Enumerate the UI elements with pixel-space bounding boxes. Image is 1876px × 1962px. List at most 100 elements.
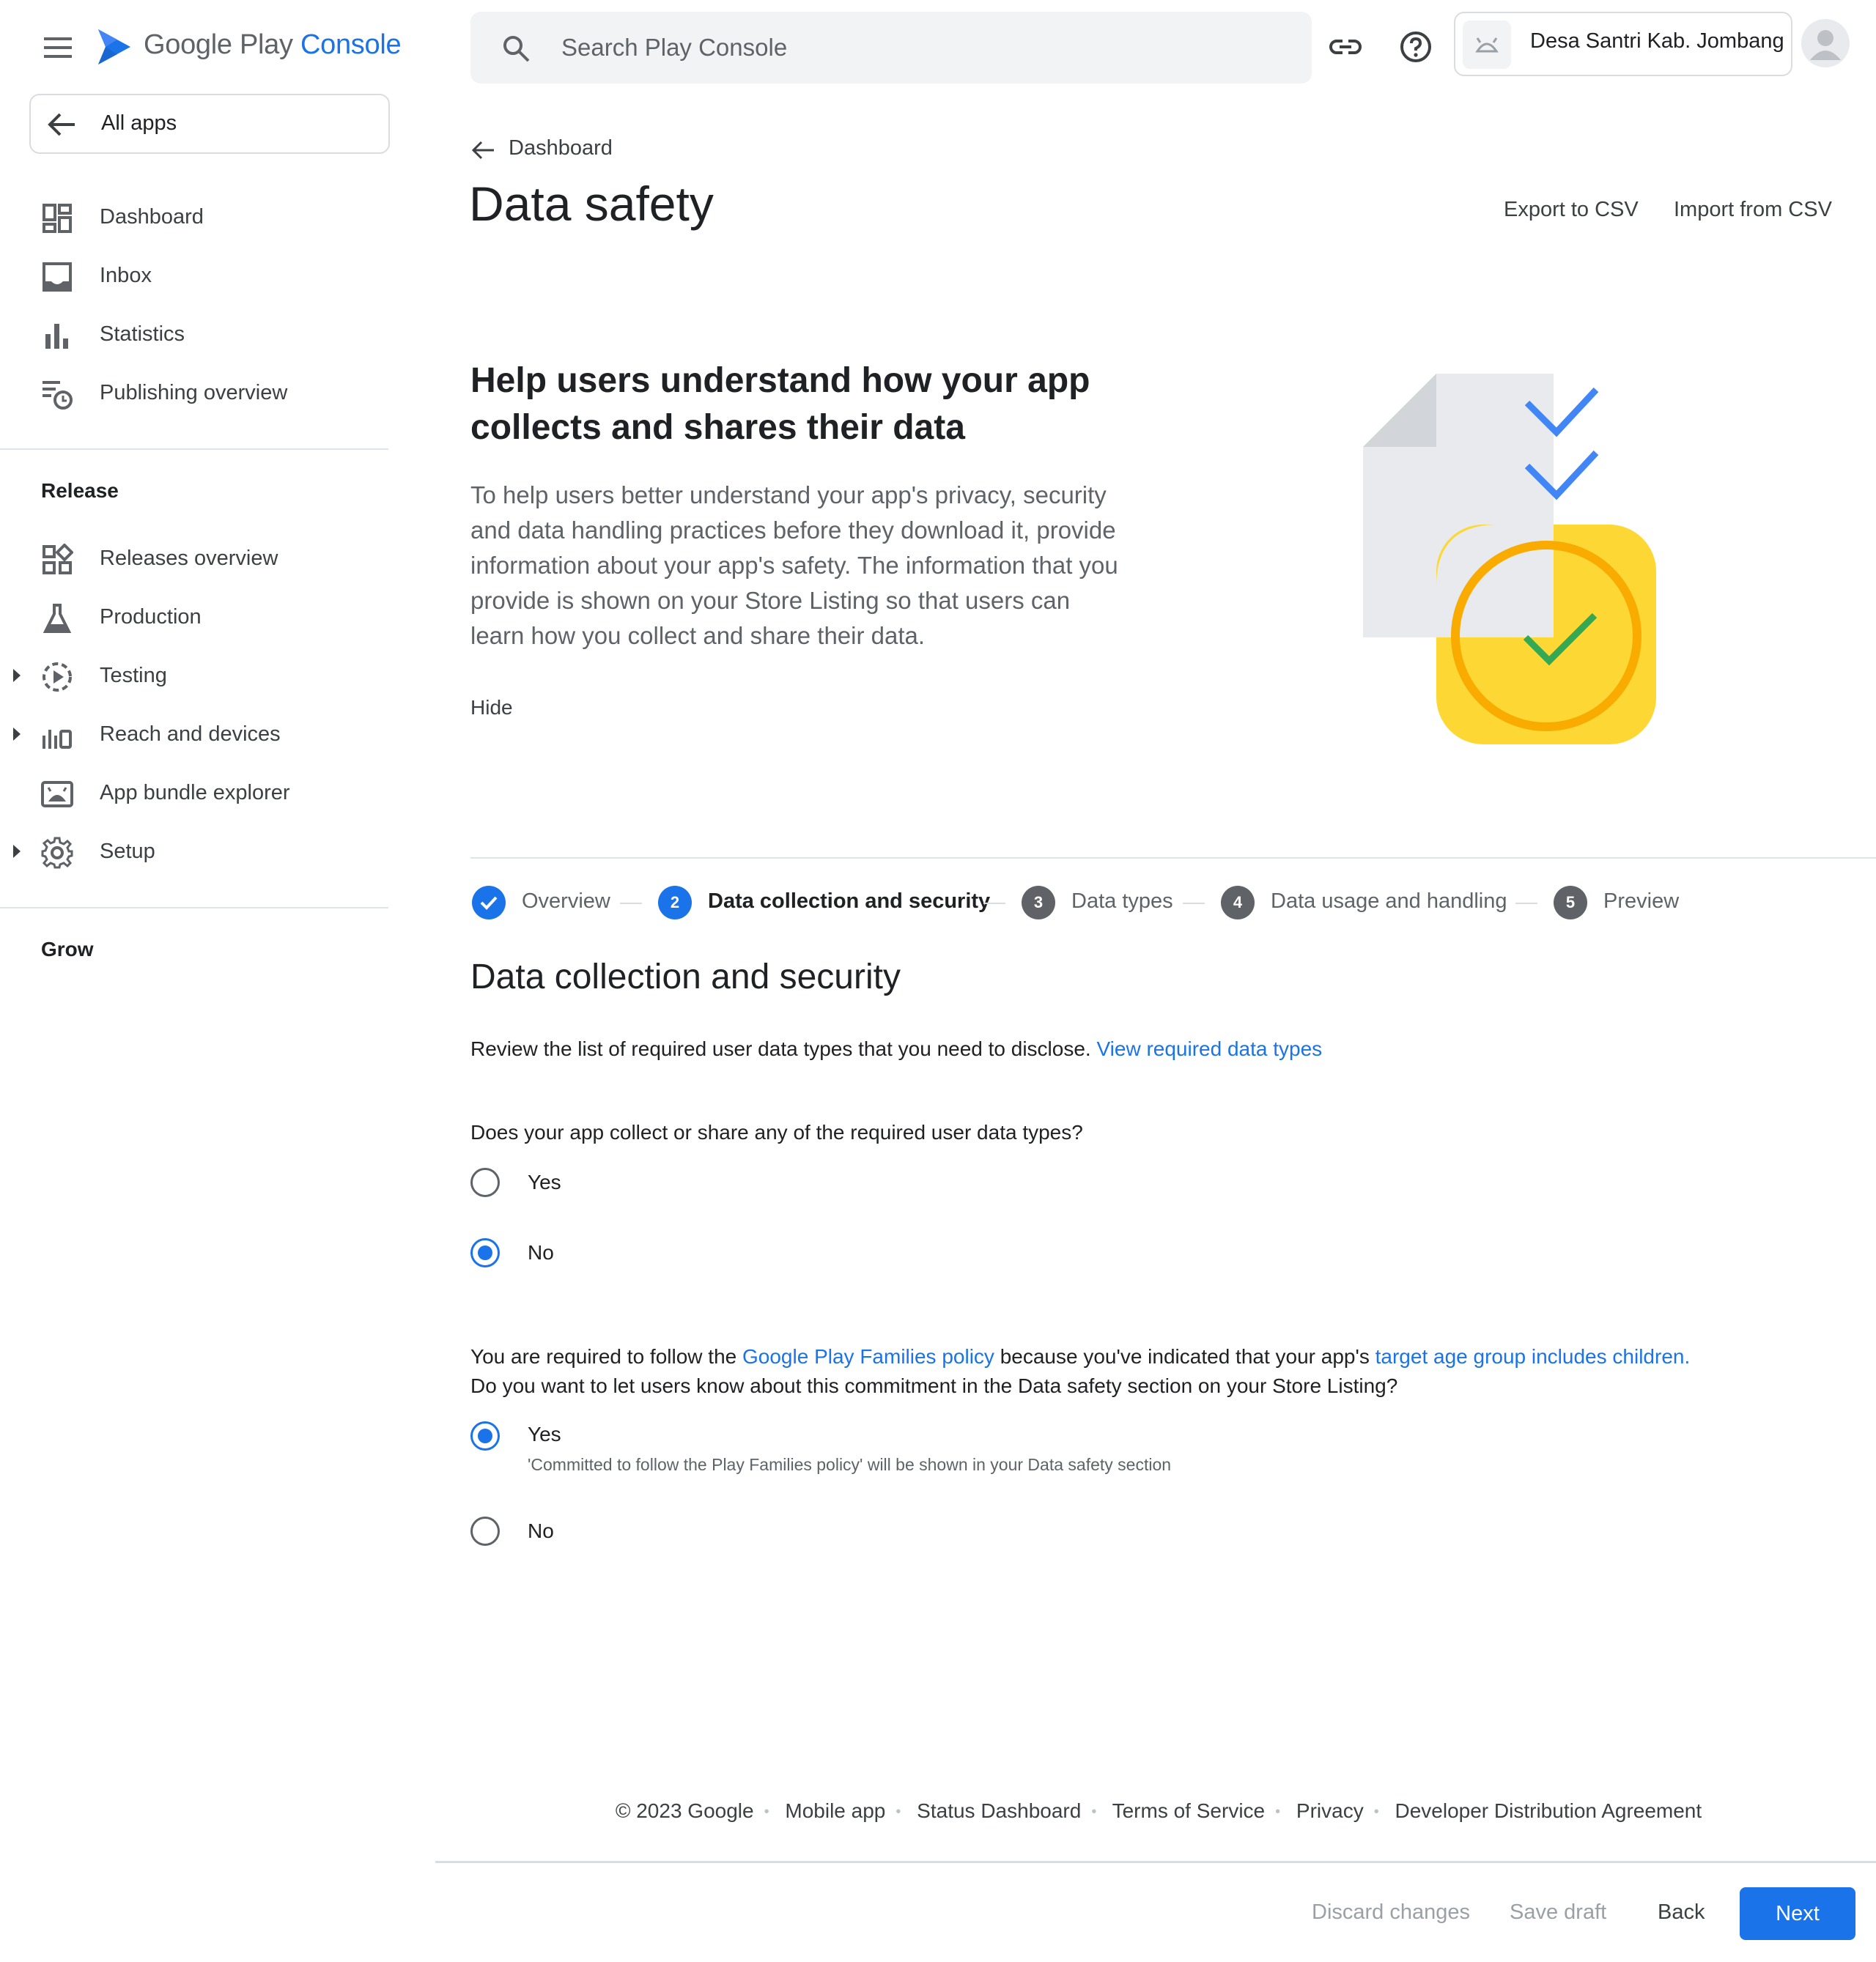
account-switcher[interactable]: Desa Santri Kab. Jombang <box>1454 12 1792 76</box>
discard-changes-button[interactable]: Discard changes <box>1312 1900 1470 1925</box>
step-connector <box>620 903 642 904</box>
stepper-divider <box>470 857 1876 859</box>
q2-radio-yes[interactable] <box>470 1421 500 1451</box>
sidebar-item-app-bundle-explorer[interactable]: App bundle explorer <box>0 765 388 823</box>
footer-privacy-link[interactable]: Privacy <box>1296 1799 1364 1822</box>
sidebar-divider <box>0 448 388 450</box>
families-text: because you've indicated that your app's <box>1000 1345 1370 1368</box>
q2-yes-label[interactable]: Yes <box>528 1423 561 1446</box>
all-apps-button[interactable]: All apps <box>29 94 390 154</box>
q1-yes-label[interactable]: Yes <box>528 1171 561 1194</box>
review-paragraph: Review the list of required user data ty… <box>470 1034 1322 1064</box>
action-bar-divider <box>435 1861 1876 1863</box>
step-5-preview[interactable]: Preview <box>1603 889 1679 914</box>
review-text: Review the list of required user data ty… <box>470 1037 1091 1060</box>
page-title: Data safety <box>469 177 714 231</box>
sidebar-item-releases-overview[interactable]: Releases overview <box>0 530 388 589</box>
save-draft-button[interactable]: Save draft <box>1510 1900 1606 1925</box>
arrow-back-icon <box>470 139 495 161</box>
sidebar-item-statistics[interactable]: Statistics <box>0 306 388 365</box>
sidebar-item-setup[interactable]: Setup <box>0 823 388 882</box>
sidebar-item-label: Releases overview <box>100 547 278 570</box>
sidebar-item-label: Publishing overview <box>100 381 288 404</box>
export-csv-button[interactable]: Export to CSV <box>1504 198 1639 222</box>
help-icon[interactable] <box>1398 29 1433 64</box>
intro-title: Help users understand how your app colle… <box>470 361 1090 447</box>
play-console-logo-icon <box>95 26 133 67</box>
account-name: Desa Santri Kab. Jombang <box>1530 29 1784 53</box>
publishing-icon <box>41 378 73 410</box>
footer: © 2023 Google • Mobile app • Status Dashbo… <box>615 1799 1702 1822</box>
footer-mobile-app-link[interactable]: Mobile app <box>785 1799 885 1822</box>
hide-button[interactable]: Hide <box>470 696 513 719</box>
footer-status-dashboard-link[interactable]: Status Dashboard <box>917 1799 1081 1822</box>
sidebar-item-label: Statistics <box>100 322 185 346</box>
gear-icon <box>41 837 73 869</box>
menu-icon[interactable] <box>43 35 75 60</box>
all-apps-label: All apps <box>101 111 177 135</box>
sidebar-item-inbox[interactable]: Inbox <box>0 248 388 306</box>
data-safety-illustration <box>1363 366 1671 755</box>
sidebar-item-label: App bundle explorer <box>100 781 290 804</box>
families-text: You are required to follow the <box>470 1345 737 1368</box>
question-collect-share: Does your app collect or share any of th… <box>470 1121 1083 1144</box>
sidebar-item-label: Setup <box>100 840 155 863</box>
q1-no-label[interactable]: No <box>528 1241 554 1265</box>
sidebar-item-dashboard[interactable]: Dashboard <box>0 189 388 248</box>
step-3-data-types[interactable]: Data types <box>1071 889 1173 914</box>
step-connector <box>983 903 1005 904</box>
android-icon <box>41 778 73 810</box>
families-policy-link[interactable]: Google Play Families policy <box>742 1345 994 1368</box>
inbox-icon <box>41 261 73 293</box>
target-age-group-link[interactable]: target age group includes children <box>1375 1345 1685 1368</box>
step-1-done-icon <box>472 886 506 919</box>
dashboard-icon <box>41 202 73 234</box>
sidebar-item-label: Testing <box>100 664 167 687</box>
expand-caret-icon[interactable] <box>13 728 21 741</box>
expand-caret-icon[interactable] <box>13 669 21 682</box>
step-connector <box>1515 903 1537 904</box>
step-connector <box>1183 903 1205 904</box>
q2-radio-no[interactable] <box>470 1517 500 1546</box>
expand-caret-icon[interactable] <box>13 845 21 858</box>
back-button[interactable]: Back <box>1658 1900 1705 1925</box>
sidebar-item-production[interactable]: Production <box>0 589 388 648</box>
sidebar-item-reach-and-devices[interactable]: Reach and devices <box>0 706 388 765</box>
families-period: . <box>1684 1345 1691 1368</box>
bar-chart-icon <box>41 319 73 352</box>
search-input[interactable]: Search Play Console <box>561 34 787 62</box>
avatar[interactable] <box>1801 19 1850 67</box>
next-button[interactable]: Next <box>1740 1887 1855 1940</box>
production-icon <box>41 602 73 634</box>
sidebar-item-publishing-overview[interactable]: Publishing overview <box>0 365 388 423</box>
brand-title[interactable]: Google Play Console <box>144 29 402 61</box>
step-2-badge: 2 <box>658 886 692 919</box>
footer-terms-link[interactable]: Terms of Service <box>1112 1799 1266 1822</box>
reach-icon <box>41 719 73 752</box>
footer-copyright: © 2023 Google <box>615 1799 754 1822</box>
step-1-overview[interactable]: Overview <box>522 889 610 914</box>
step-5-badge: 5 <box>1554 886 1587 919</box>
releases-icon <box>41 544 73 576</box>
families-question: Do you want to let users know about this… <box>470 1374 1398 1397</box>
view-required-data-types-link[interactable]: View required data types <box>1096 1037 1322 1060</box>
android-app-icon <box>1463 21 1511 69</box>
footer-dda-link[interactable]: Developer Distribution Agreement <box>1395 1799 1702 1822</box>
step-4-data-usage[interactable]: Data usage and handling <box>1271 889 1507 914</box>
q1-radio-yes[interactable] <box>470 1168 500 1197</box>
step-4-badge: 4 <box>1221 886 1255 919</box>
grow-heading: Grow <box>41 938 94 960</box>
breadcrumb-dashboard-link[interactable]: Dashboard <box>509 136 613 160</box>
step-2-data-collection[interactable]: Data collection and security <box>708 889 990 914</box>
sidebar-item-label: Dashboard <box>100 205 204 229</box>
link-icon[interactable] <box>1328 29 1363 64</box>
q1-radio-no[interactable] <box>470 1238 500 1267</box>
sidebar-item-testing[interactable]: Testing <box>0 648 388 706</box>
search-bar[interactable]: Search Play Console <box>470 12 1312 84</box>
section-title: Data collection and security <box>470 958 901 996</box>
step-3-badge: 3 <box>1022 886 1055 919</box>
q2-no-label[interactable]: No <box>528 1519 554 1543</box>
testing-icon <box>41 661 73 693</box>
import-csv-button[interactable]: Import from CSV <box>1674 198 1832 222</box>
sidebar-item-label: Inbox <box>100 264 152 287</box>
